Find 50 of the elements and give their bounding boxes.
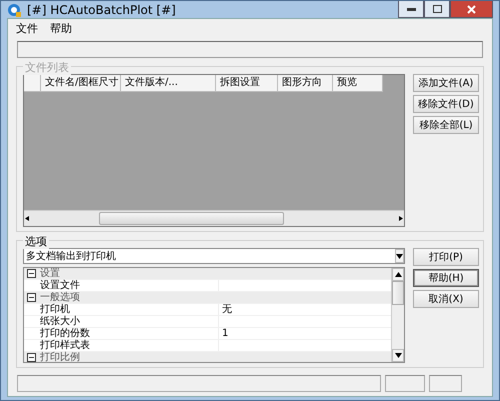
action-button[interactable]: 帮助(H) [413,269,479,287]
action-button[interactable]: 取消(X) [413,290,479,308]
property-name: 设置文件 [39,280,81,291]
status-panel [385,375,425,392]
minus-box-icon[interactable] [26,269,36,278]
menu-item[interactable]: 文件 [12,21,42,33]
scroll-down-icon[interactable] [394,353,402,358]
scroll-thumb[interactable] [392,281,404,305]
property-name: 打印样式表 [39,340,91,351]
group-title: 选项 [23,234,49,249]
path-field[interactable] [17,41,483,58]
minus-box-icon[interactable] [26,293,36,302]
category-label: 设置 [39,268,61,279]
column-header[interactable]: 文件版本/... [121,75,216,92]
property-grid[interactable]: 设置 设置文件 一般选项 打印机 无 纸张大小 打印的份数 1 打印样式表 打印比例 [23,267,405,363]
minimize-icon [406,8,416,10]
category-label: 一般选项 [39,292,81,303]
close-icon [467,4,476,14]
column-header [24,75,41,92]
output-mode-dropdown[interactable]: 多文档输出到打印机 [23,248,405,264]
column-header[interactable]: 文件名/图框尺寸 [41,75,121,92]
column-header[interactable]: 图形方向 [278,75,333,92]
scroll-right-icon[interactable] [397,216,404,221]
minus-box-icon[interactable] [26,353,36,362]
file-table[interactable]: 文件名/图框尺寸 文件版本/... 拆图设置 图形方向 预览 [23,74,405,227]
file-button[interactable]: 添加文件(A) [413,74,479,92]
group-title: 文件列表 [23,60,71,75]
column-header[interactable]: 拆图设置 [216,75,278,92]
horizontal-scrollbar[interactable] [24,210,404,226]
scroll-left-icon[interactable] [24,216,31,221]
file-button[interactable]: 移除文件(D) [413,95,479,113]
menu-item[interactable]: 帮助 [46,21,76,33]
vertical-scrollbar[interactable] [391,268,404,362]
maximize-button[interactable] [424,1,450,18]
category-label: 打印比例 [39,352,81,362]
status-panel [429,375,462,392]
scroll-up-icon[interactable] [394,272,402,277]
scroll-thumb[interactable] [99,212,284,225]
window-title: [#] HCAutoBatchPlot [#] [27,2,176,16]
maximize-icon [432,5,442,13]
minimize-button[interactable] [398,1,424,18]
file-button[interactable]: 移除全部(L) [413,116,479,134]
property-name: 纸张大小 [39,316,81,327]
dropdown-icon[interactable] [396,254,403,258]
action-button[interactable]: 打印(P) [413,248,479,266]
property-name: 打印机 [39,304,71,315]
app-icon [7,2,21,16]
column-header[interactable]: 预览 [333,75,383,92]
close-button[interactable] [450,1,493,18]
property-name: 打印的份数 [39,328,91,339]
